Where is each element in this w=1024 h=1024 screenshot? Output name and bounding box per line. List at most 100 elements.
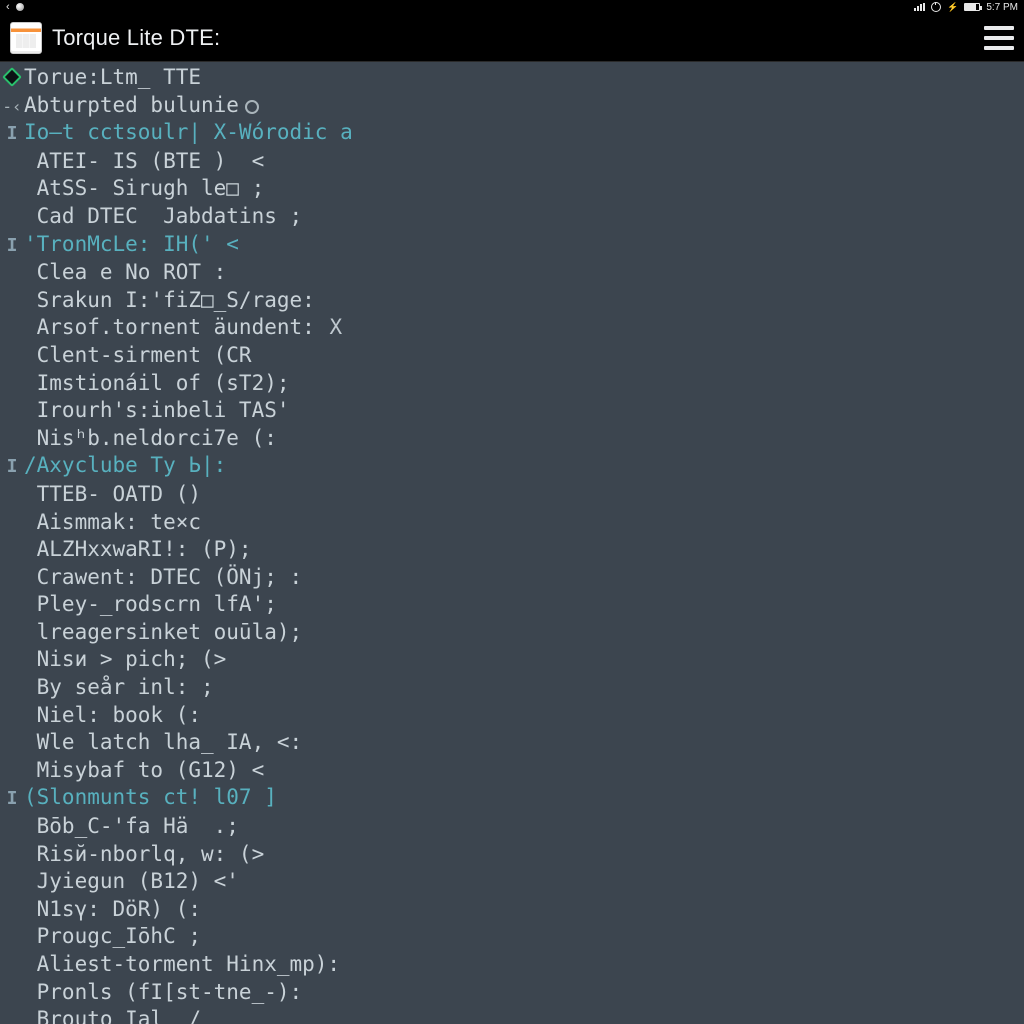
code-row: Aismmak: te×c <box>2 509 1022 537</box>
code-row: ATEI- IS (BTE ) < <box>2 148 1022 176</box>
gutter: I <box>2 120 22 148</box>
code-row: Cad DTEC Jabdatins ; <box>2 203 1022 231</box>
status-right: ⚡ 5:7 PM <box>914 2 1018 13</box>
code-content: Torue:Ltm_ TTE-‹Abturpted bulunieIIo–t c… <box>0 62 1024 1024</box>
gutter: I <box>2 453 22 481</box>
code-row: Pronls (fI[st-tne_-): <box>2 979 1022 1007</box>
app-icon[interactable] <box>10 22 42 54</box>
cursor-icon: I <box>7 232 18 260</box>
cursor-icon: I <box>7 785 18 813</box>
code-row: AtSS- Sirugh le□ ; <box>2 175 1022 203</box>
code-row: Jyiegun (B12) <' <box>2 868 1022 896</box>
diamond-icon <box>2 67 22 87</box>
gutter <box>2 70 22 84</box>
app-title-bar: Torque Lite DTE: <box>0 14 1024 62</box>
code-row: Wle latch lha_ IA, <: <box>2 729 1022 757</box>
status-left: ‹ <box>6 1 24 13</box>
code-line: Pronls (fI[st-tne_-): <box>22 979 302 1007</box>
spinner-icon <box>245 100 259 114</box>
code-line: Srakun I:'fiZ□_S/rage: <box>22 287 315 315</box>
code-row: Clea e No ROT : <box>2 259 1022 287</box>
code-line: By seår inl: ; <box>22 674 214 702</box>
code-row: Aliest-torment Hinx_mp): <box>2 951 1022 979</box>
system-status-bar: ‹ ⚡ 5:7 PM <box>0 0 1024 14</box>
code-line: Bōb_C-'fa Hä .; <box>22 813 239 841</box>
code-row: Imstionáil of (sT2); <box>2 370 1022 398</box>
code-line: Cad DTEC Jabdatins ; <box>22 203 302 231</box>
code-line: Torue:Ltm_ TTE <box>22 64 201 92</box>
code-line: Imstionáil of (sT2); <box>22 370 290 398</box>
code-line: Arsof.tornent äundent: X <box>22 314 342 342</box>
code-line: Niel: book (: <box>22 702 201 730</box>
code-line: Prougc_IōhC ; <box>22 923 201 951</box>
code-line: Irourh's:inbeli TAS' <box>22 397 290 425</box>
code-row: I'TronMcLe: IH(' < <box>2 231 1022 260</box>
section-header: /Axyclube Ty Ь|: <box>22 452 226 480</box>
code-line: ATEI- IS (BTE ) < <box>22 148 264 176</box>
code-line: Clea e No ROT : <box>22 259 226 287</box>
code-row: lreagersinket ouūla); <box>2 619 1022 647</box>
code-line: Pley-_rodscrn lfA'; <box>22 591 277 619</box>
code-line: Aismmak: te×c <box>22 509 201 537</box>
signal-icon <box>914 3 925 11</box>
code-line: TTEB- OATD () <box>22 481 201 509</box>
code-row: I(Slonmunts ct! l07 ] <box>2 784 1022 813</box>
menu-icon[interactable] <box>984 26 1014 50</box>
section-header: (Slonmunts ct! l07 ] <box>22 784 277 812</box>
code-line: Jyiegun (B12) <' <box>22 868 239 896</box>
gutter: I <box>2 232 22 260</box>
code-row: Torue:Ltm_ TTE <box>2 64 1022 92</box>
code-row: N1sγ: DöR) (: <box>2 896 1022 924</box>
status-dot-icon <box>16 3 24 11</box>
code-line: Misybaf to (G12) < <box>22 757 264 785</box>
code-row: IIo–t cctsoulr| X-Wórodic a <box>2 119 1022 148</box>
sync-icon <box>931 2 941 12</box>
code-line: lreagersinket ouūla); <box>22 619 302 647</box>
code-line: ALZHxxwaRI!: (P); <box>22 536 252 564</box>
code-line: Wle latch lha_ IA, <: <box>22 729 302 757</box>
back-caret-icon: ‹ <box>6 1 10 13</box>
gutter: I <box>2 785 22 813</box>
code-line: Nisʰb.neldorci7e (: <box>22 425 277 453</box>
x-mark: X <box>317 315 342 339</box>
section-header: 'TronMcLe: IH(' < <box>22 231 239 259</box>
code-row: By seår inl: ; <box>2 674 1022 702</box>
code-line: Brouto Iаl / <box>22 1006 201 1024</box>
code-line: Risй-nborlq, w: (> <box>22 841 264 869</box>
code-row: Nisʰb.neldorci7e (: <box>2 425 1022 453</box>
code-row: Nisи > pich; (> <box>2 646 1022 674</box>
charging-icon: ⚡ <box>947 2 958 13</box>
gutter: -‹ <box>2 99 22 115</box>
code-row: Bōb_C-'fa Hä .; <box>2 813 1022 841</box>
code-line: AtSS- Sirugh le□ ; <box>22 175 264 203</box>
code-row: Crawent: DTEC (ÖNj; : <box>2 564 1022 592</box>
title-left: Torque Lite DTE: <box>10 22 220 54</box>
dash-icon: -‹ <box>2 99 21 115</box>
code-line: Aliest-torment Hinx_mp): <box>22 951 340 979</box>
code-line: N1sγ: DöR) (: <box>22 896 201 924</box>
code-row: Prougc_IōhC ; <box>2 923 1022 951</box>
code-row: Niel: book (: <box>2 702 1022 730</box>
code-line: Abturpted bulunie <box>22 92 259 120</box>
code-row: Clent-sirment (CR <box>2 342 1022 370</box>
code-row: Brouto Iаl / <box>2 1006 1022 1024</box>
battery-icon <box>964 3 980 11</box>
code-row: Arsof.tornent äundent: X <box>2 314 1022 342</box>
code-line: Crawent: DTEC (ÖNj; : <box>22 564 302 592</box>
code-row: TTEB- OATD () <box>2 481 1022 509</box>
code-row: -‹Abturpted bulunie <box>2 92 1022 120</box>
code-line: Nisи > pich; (> <box>22 646 226 674</box>
code-row: ALZHxxwaRI!: (P); <box>2 536 1022 564</box>
code-row: Srakun I:'fiZ□_S/rage: <box>2 287 1022 315</box>
section-header: Io–t cctsoulr| X-Wórodic a <box>22 119 353 147</box>
code-row: Risй-nborlq, w: (> <box>2 841 1022 869</box>
cursor-icon: I <box>7 120 18 148</box>
code-row: I/Axyclube Ty Ь|: <box>2 452 1022 481</box>
cursor-icon: I <box>7 453 18 481</box>
code-row: Pley-_rodscrn lfA'; <box>2 591 1022 619</box>
app-title: Torque Lite DTE: <box>52 25 220 51</box>
status-clock: 5:7 PM <box>986 2 1018 13</box>
code-row: Irourh's:inbeli TAS' <box>2 397 1022 425</box>
code-row: Misybaf to (G12) < <box>2 757 1022 785</box>
code-line: Clent-sirment (CR <box>22 342 252 370</box>
